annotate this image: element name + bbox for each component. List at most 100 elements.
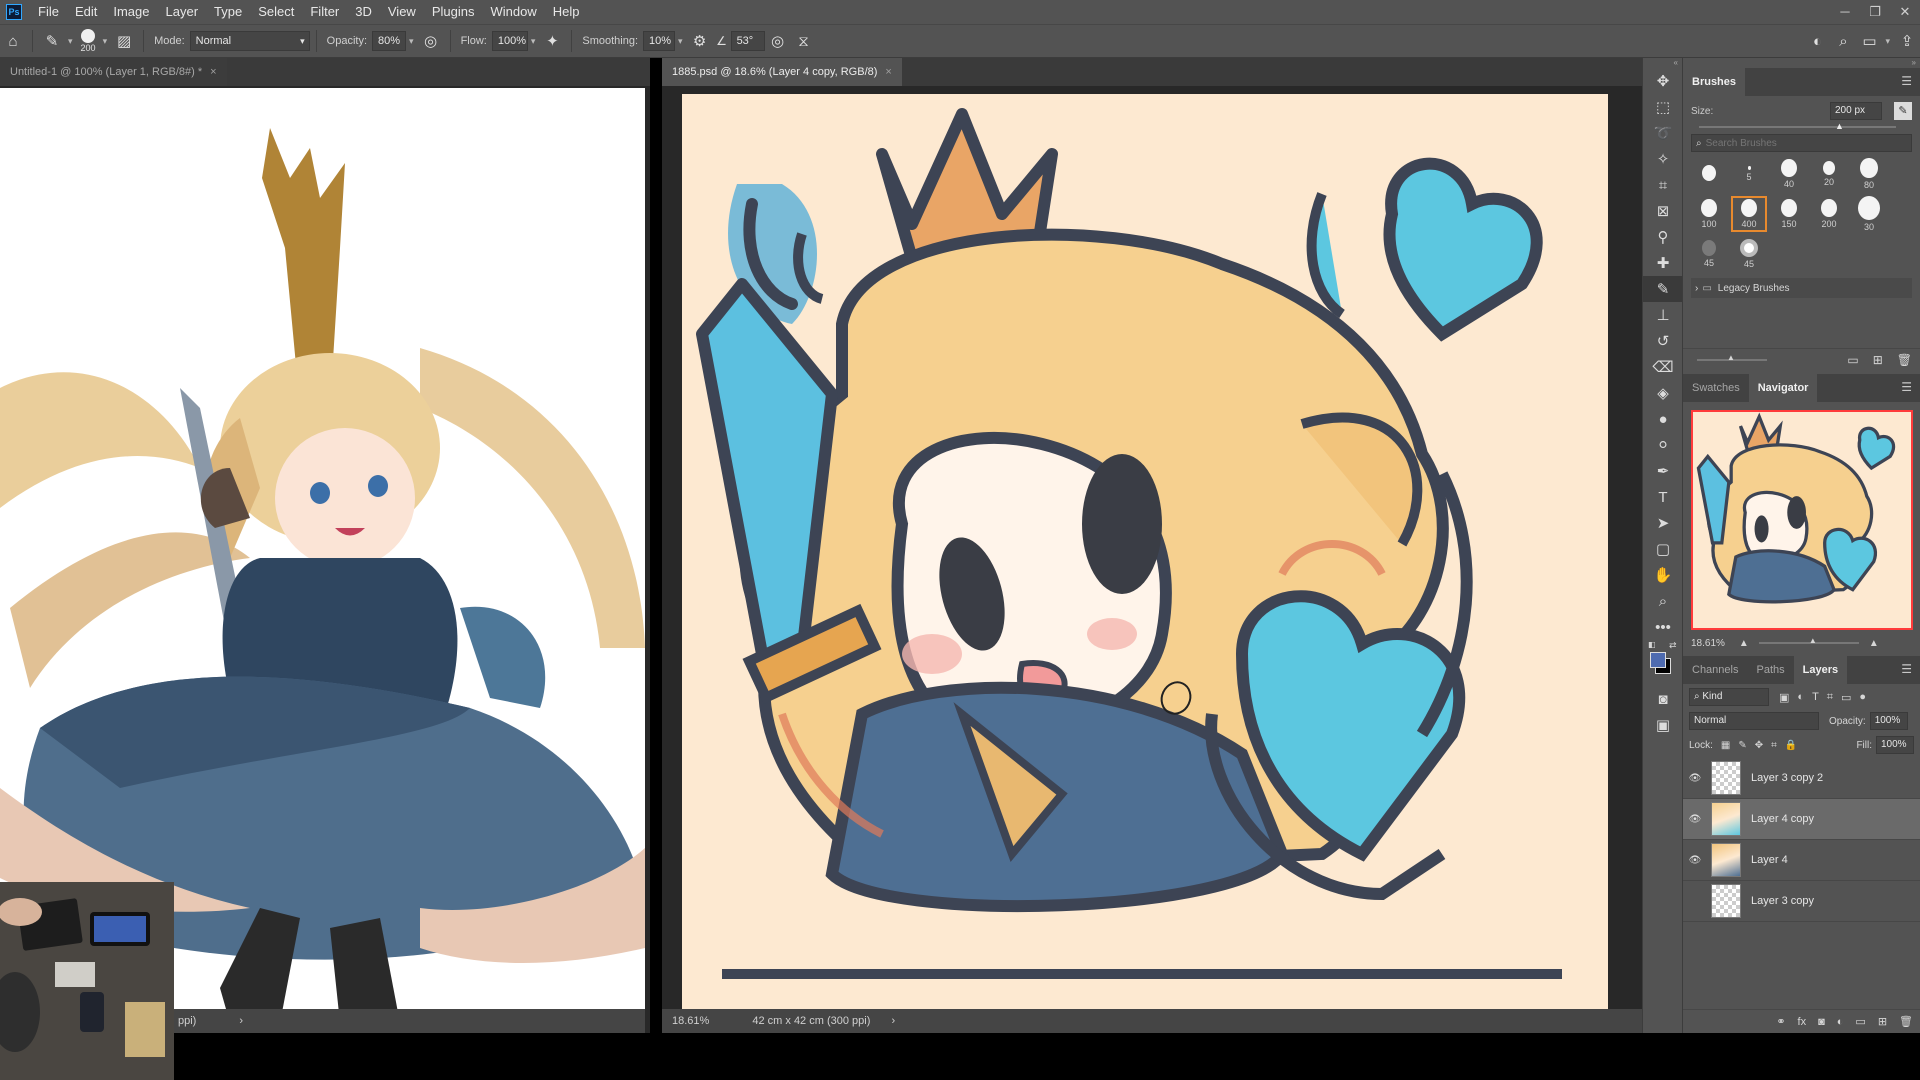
brush-tool-icon[interactable]: ✎ bbox=[39, 28, 65, 54]
export-icon[interactable]: ⇪ bbox=[1894, 28, 1920, 54]
trash-icon[interactable]: 🗑 bbox=[1899, 1015, 1913, 1028]
new-brush-icon[interactable]: ✎ bbox=[1894, 102, 1912, 120]
smoothing-input[interactable]: 10% bbox=[643, 31, 676, 51]
tab-swatches[interactable]: Swatches bbox=[1683, 374, 1749, 402]
mode-select[interactable]: Normal ▾ bbox=[189, 31, 310, 51]
blend-mode-select[interactable]: Normal bbox=[1689, 712, 1819, 730]
menu-window[interactable]: Window bbox=[482, 0, 544, 24]
zoom-tool-icon[interactable]: ⌕ bbox=[1643, 588, 1683, 614]
minimize-button[interactable]: ─ bbox=[1830, 0, 1860, 24]
brush-tip[interactable]: 40 bbox=[1771, 156, 1807, 192]
lock-position-icon[interactable]: ✥ bbox=[1755, 740, 1763, 751]
new-brush-plus-icon[interactable]: ⊞ bbox=[1873, 353, 1883, 367]
layer-row[interactable]: 👁 Layer 4 bbox=[1683, 840, 1920, 881]
clone-stamp-tool-icon[interactable]: ⊥ bbox=[1643, 302, 1683, 328]
collapse-icon[interactable]: « bbox=[1643, 58, 1682, 68]
size-slider[interactable]: ▲ bbox=[1699, 121, 1896, 131]
symmetry-icon[interactable]: ⧖ bbox=[791, 28, 817, 54]
type-tool-icon[interactable]: T bbox=[1643, 484, 1683, 510]
zoom-level[interactable]: 18.61% bbox=[672, 1015, 709, 1027]
zoom-out-icon[interactable]: ▲ bbox=[1739, 638, 1749, 649]
brush-tip[interactable]: 80 bbox=[1851, 156, 1887, 192]
tab-brushes[interactable]: Brushes bbox=[1683, 68, 1746, 96]
tab-navigator[interactable]: Navigator bbox=[1748, 374, 1818, 402]
brush-search[interactable]: ⌕ bbox=[1691, 134, 1912, 152]
menu-help[interactable]: Help bbox=[545, 0, 588, 24]
tab-untitled-1[interactable]: Untitled-1 @ 100% (Layer 1, RGB/8#) * × bbox=[0, 58, 227, 86]
menu-layer[interactable]: Layer bbox=[158, 0, 207, 24]
layer-row[interactable]: Layer 3 copy bbox=[1683, 881, 1920, 922]
dodge-tool-icon[interactable]: ⚪ bbox=[1643, 432, 1683, 458]
brush-tip[interactable]: 400 bbox=[1731, 196, 1767, 232]
chevron-down-icon[interactable]: ▾ bbox=[68, 36, 73, 47]
slider-handle[interactable]: ▲ bbox=[1835, 121, 1844, 131]
eraser-tool-icon[interactable]: ⌫ bbox=[1643, 354, 1683, 380]
airbrush-icon[interactable]: ✦ bbox=[539, 28, 565, 54]
brush-tip[interactable]: 100 bbox=[1691, 196, 1727, 232]
menu-edit[interactable]: Edit bbox=[67, 0, 105, 24]
hand-tool-icon[interactable]: ✋ bbox=[1643, 562, 1683, 588]
brush-tip[interactable]: 30 bbox=[1851, 196, 1887, 232]
tab-layers[interactable]: Layers bbox=[1793, 656, 1848, 684]
blur-tool-icon[interactable]: ● bbox=[1643, 406, 1683, 432]
chevron-down-icon[interactable]: ▾ bbox=[1885, 36, 1890, 47]
chevron-down-icon[interactable]: ▾ bbox=[409, 36, 414, 47]
layer-row[interactable]: 👁 Layer 4 copy bbox=[1683, 799, 1920, 840]
magic-wand-tool-icon[interactable]: ✧ bbox=[1643, 146, 1683, 172]
pixel-filter-icon[interactable]: ▣ bbox=[1779, 691, 1789, 704]
filter-toggle-icon[interactable]: ● bbox=[1859, 691, 1866, 703]
brush-preset-picker[interactable]: 200 bbox=[81, 29, 96, 53]
zoom-in-icon[interactable]: ▲ bbox=[1869, 638, 1879, 649]
filter-kind-select[interactable]: ⌕ Kind bbox=[1689, 688, 1769, 706]
main-canvas[interactable] bbox=[682, 94, 1608, 1018]
new-layer-icon[interactable]: ⊞ bbox=[1878, 1015, 1887, 1028]
brush-tip[interactable]: 45 bbox=[1691, 236, 1727, 272]
layer-row[interactable]: 👁 Layer 3 copy 2 bbox=[1683, 758, 1920, 799]
healing-brush-tool-icon[interactable]: ✚ bbox=[1643, 250, 1683, 276]
menu-file[interactable]: File bbox=[30, 0, 67, 24]
size-input[interactable]: 200 px bbox=[1830, 102, 1882, 120]
legacy-brushes-folder[interactable]: › ▭ Legacy Brushes bbox=[1691, 278, 1912, 298]
fx-icon[interactable]: fx bbox=[1798, 1016, 1807, 1028]
brush-tip[interactable] bbox=[1691, 156, 1727, 192]
navigator-preview[interactable] bbox=[1691, 410, 1913, 630]
home-icon[interactable]: ⌂ bbox=[0, 28, 26, 54]
history-brush-tool-icon[interactable]: ↺ bbox=[1643, 328, 1683, 354]
menu-filter[interactable]: Filter bbox=[302, 0, 347, 24]
gear-icon[interactable]: ⚙ bbox=[687, 28, 713, 54]
menu-image[interactable]: Image bbox=[105, 0, 157, 24]
new-group-icon[interactable]: ▭ bbox=[1855, 1015, 1865, 1028]
type-filter-icon[interactable]: T bbox=[1812, 691, 1819, 703]
move-tool-icon[interactable]: ✥ bbox=[1643, 68, 1683, 94]
angle-input[interactable]: 53° bbox=[730, 31, 765, 51]
screen-mode-icon[interactable]: ▣ bbox=[1643, 712, 1683, 738]
path-selection-tool-icon[interactable]: ➤ bbox=[1643, 510, 1683, 536]
frame-tool-icon[interactable]: ⊠ bbox=[1643, 198, 1683, 224]
tab-1885-psd[interactable]: 1885.psd @ 18.6% (Layer 4 copy, RGB/8) × bbox=[662, 58, 902, 86]
adjustment-filter-icon[interactable]: ◐ bbox=[1797, 691, 1804, 703]
brush-tip[interactable]: 45 bbox=[1731, 236, 1767, 272]
pen-tool-icon[interactable]: ✒ bbox=[1643, 458, 1683, 484]
paint-bucket-tool-icon[interactable]: ◈ bbox=[1643, 380, 1683, 406]
chevron-down-icon[interactable]: ▾ bbox=[103, 36, 108, 47]
lasso-tool-icon[interactable]: ➰ bbox=[1643, 120, 1683, 146]
search-icon[interactable]: ⌕ bbox=[1830, 28, 1856, 54]
brush-tip[interactable]: 200 bbox=[1811, 196, 1847, 232]
brush-tool-icon[interactable]: ✎ bbox=[1643, 276, 1683, 302]
collapse-icon[interactable]: » bbox=[1683, 58, 1920, 68]
navigator-zoom[interactable]: 18.61% bbox=[1691, 638, 1725, 649]
pressure-opacity-icon[interactable]: ◎ bbox=[418, 28, 444, 54]
adjustment-layer-icon[interactable]: ◐ bbox=[1837, 1016, 1844, 1028]
shape-filter-icon[interactable]: ⌗ bbox=[1827, 691, 1833, 704]
brush-settings-icon[interactable]: ▨ bbox=[111, 28, 137, 54]
chevron-right-icon[interactable]: › bbox=[239, 1015, 243, 1027]
brush-tip[interactable]: 150 bbox=[1771, 196, 1807, 232]
color-swatches[interactable]: ◧ ⇄ bbox=[1643, 640, 1682, 686]
visibility-eye-icon[interactable]: 👁 bbox=[1683, 814, 1707, 825]
brush-tip[interactable]: 5 bbox=[1731, 156, 1767, 192]
panel-menu-icon[interactable]: ☰ bbox=[1901, 380, 1912, 394]
chevron-down-icon[interactable]: ▾ bbox=[531, 36, 536, 47]
search-brushes-input[interactable] bbox=[1705, 137, 1886, 149]
lock-artboard-icon[interactable]: ⌗ bbox=[1771, 740, 1777, 751]
chevron-right-icon[interactable]: › bbox=[891, 1015, 895, 1027]
